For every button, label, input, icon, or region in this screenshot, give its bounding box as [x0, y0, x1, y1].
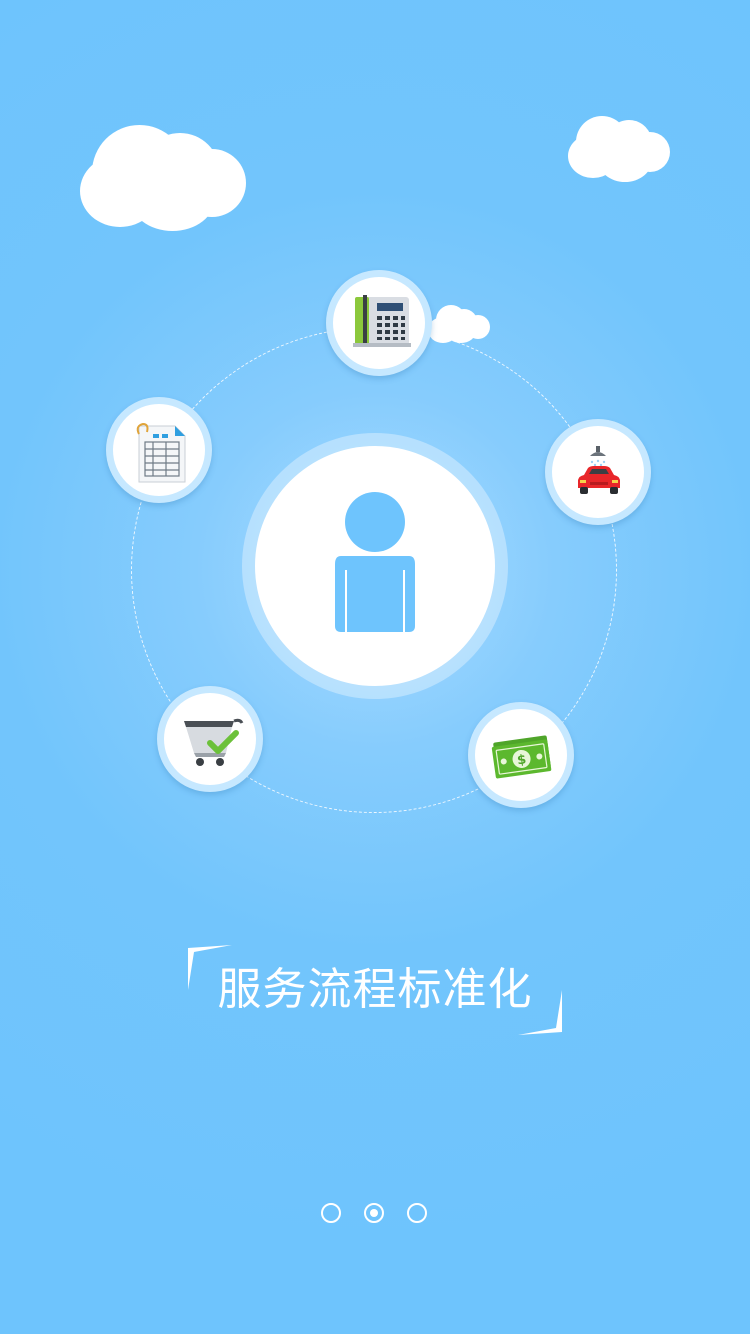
cloud-left	[80, 125, 246, 231]
page-dot-2[interactable]	[364, 1203, 384, 1223]
cloud-right	[568, 116, 671, 182]
node-money: $	[468, 702, 574, 808]
page-dot-3[interactable]	[407, 1203, 427, 1223]
page-title: 服务流程标准化	[217, 964, 533, 1015]
node-car-wash	[545, 419, 651, 525]
cart-checkmark-icon	[184, 718, 244, 766]
money-bill-icon: $	[491, 735, 552, 779]
spreadsheet-document-icon	[136, 422, 186, 483]
desk-phone-icon	[353, 295, 411, 347]
node-cart	[157, 686, 263, 792]
page-dot-1[interactable]	[321, 1203, 341, 1223]
person-icon	[335, 492, 415, 632]
node-phone	[326, 270, 432, 376]
car-wash-icon	[578, 446, 620, 494]
avatar	[255, 446, 495, 686]
page-indicator	[321, 1203, 429, 1227]
node-spreadsheet	[106, 397, 212, 503]
